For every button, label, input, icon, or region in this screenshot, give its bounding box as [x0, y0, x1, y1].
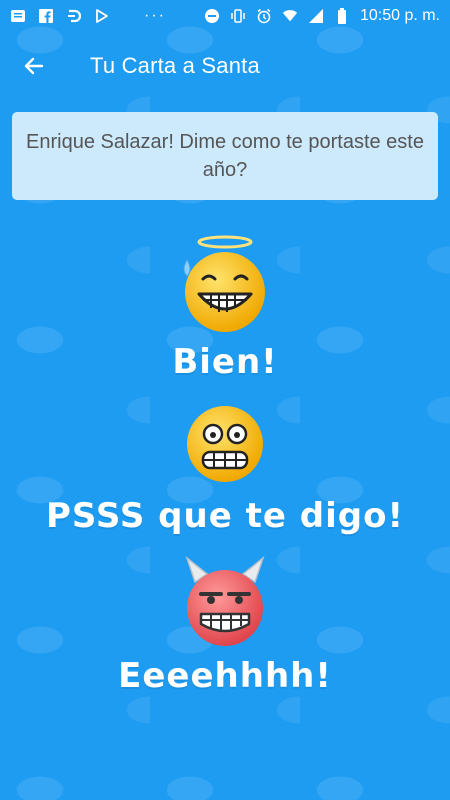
grimace-emoji-icon[interactable] — [183, 402, 267, 486]
vibrate-icon — [230, 8, 246, 24]
option-neutral-label[interactable]: PSSS que te digo! — [46, 496, 404, 536]
signal-icon — [308, 8, 324, 24]
do-not-disturb-icon — [204, 8, 220, 24]
prompt-card: Enrique Salazar! Dime como te portaste e… — [12, 112, 438, 200]
overflow-dots: ··· — [144, 7, 166, 24]
option-bad-label[interactable]: Eeeehhhh! — [118, 656, 332, 696]
page-title: Tu Carta a Santa — [90, 53, 260, 78]
devil-grin-emoji-icon[interactable] — [177, 556, 273, 652]
status-left-icons: ··· — [10, 7, 166, 25]
prompt-text: Enrique Salazar! Dime como te portaste e… — [26, 131, 424, 181]
wifi-icon — [282, 8, 298, 24]
play-store-icon — [94, 8, 110, 24]
back-button[interactable] — [10, 42, 58, 90]
status-right-icons: 10:50 p. m. — [204, 7, 440, 25]
option-bad[interactable]: Eeeehhhh! — [0, 556, 450, 696]
option-good-label[interactable]: Bien! — [172, 342, 277, 382]
app-bar: Tu Carta a Santa — [0, 32, 450, 100]
option-good[interactable]: Bien! — [0, 232, 450, 382]
status-bar: ··· 10:50 p. m. — [0, 0, 450, 32]
d-app-icon — [66, 8, 82, 24]
message-icon — [10, 8, 26, 24]
facebook-icon — [38, 8, 54, 24]
angel-grin-emoji-icon[interactable] — [177, 232, 273, 342]
option-neutral[interactable]: PSSS que te digo! — [0, 402, 450, 536]
arrow-left-icon — [22, 54, 46, 78]
alarm-icon — [256, 8, 272, 24]
status-time: 10:50 p. m. — [359, 7, 440, 24]
battery-icon — [334, 8, 350, 24]
